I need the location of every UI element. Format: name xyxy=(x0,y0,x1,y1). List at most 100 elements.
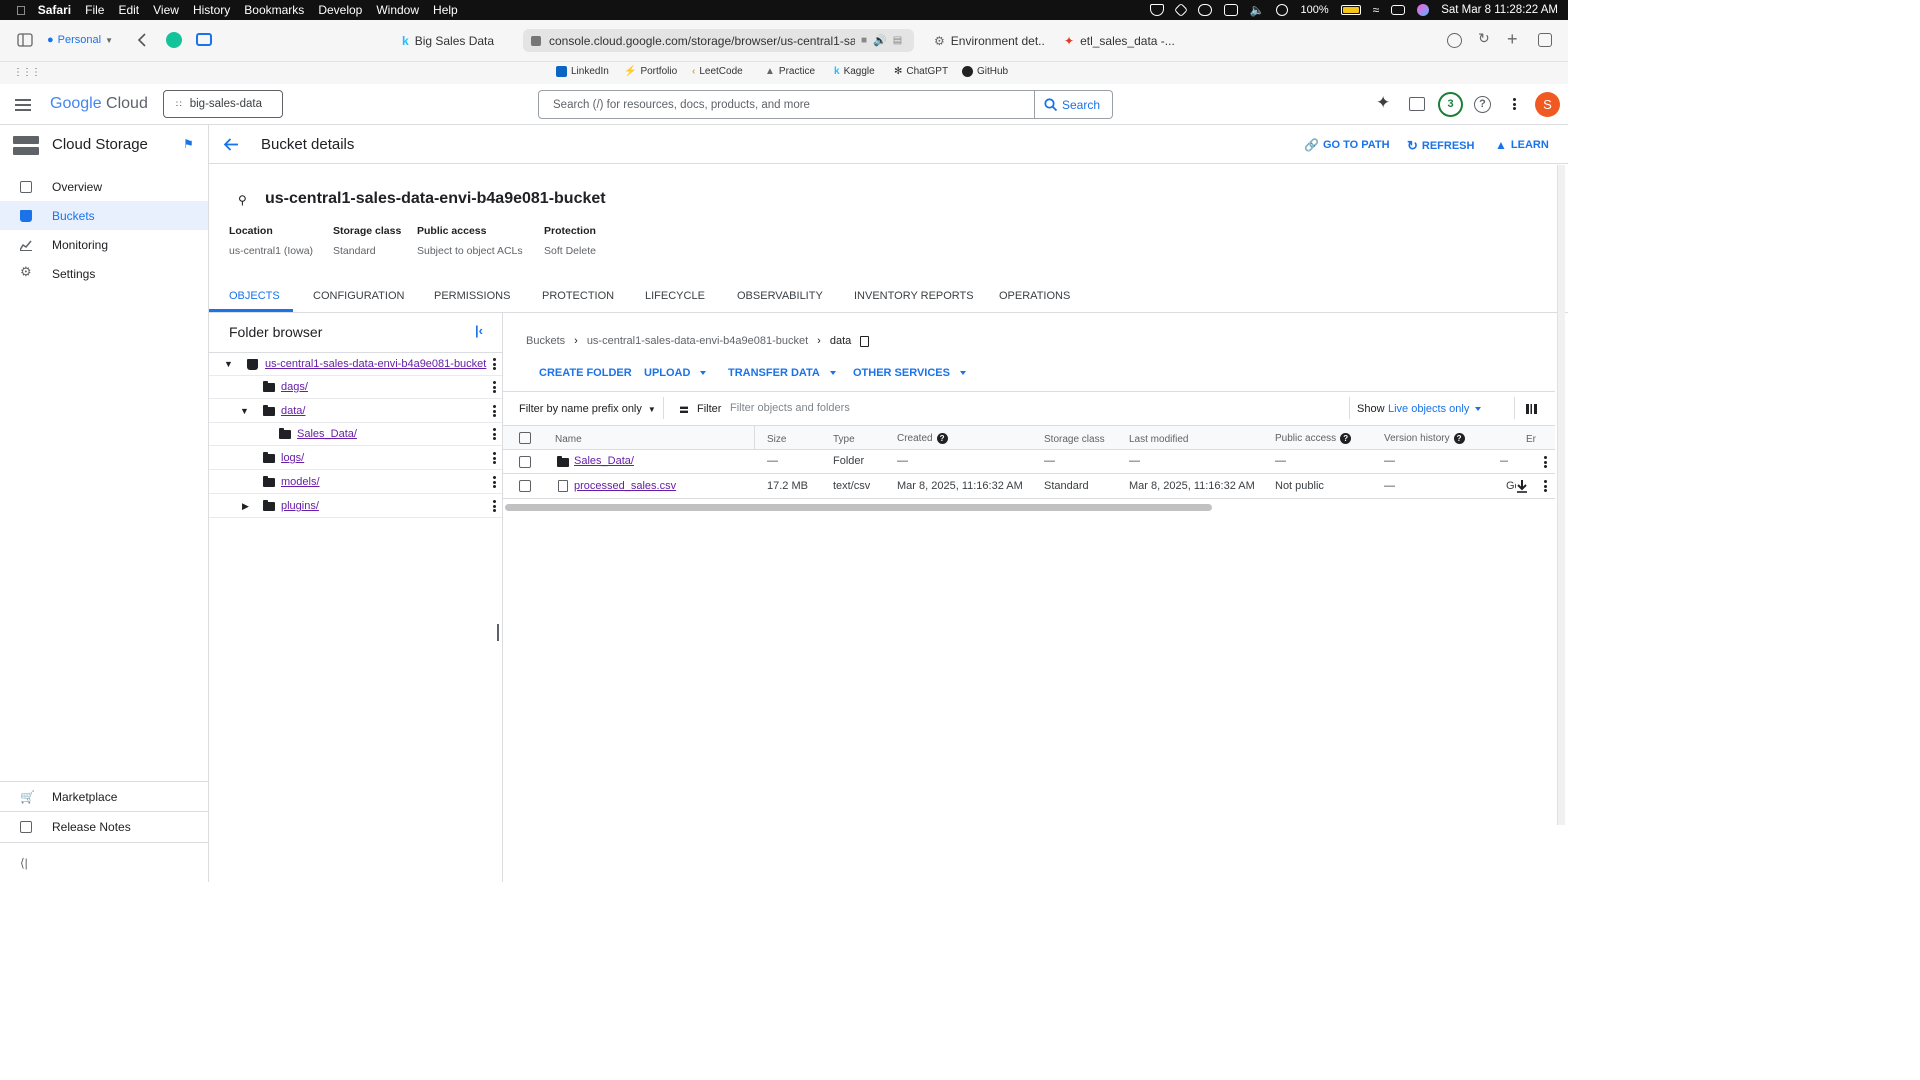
back-arrow-icon[interactable] xyxy=(224,138,239,151)
sidebar-item-overview[interactable]: Overview xyxy=(0,172,208,201)
search-input[interactable]: Search (/) for resources, docs, products… xyxy=(538,90,1035,119)
tab-cloud-console[interactable]: console.cloud.google.com/storage/browser… xyxy=(523,29,914,52)
tab-configuration[interactable]: CONFIGURATION xyxy=(313,290,404,302)
column-version-history[interactable]: Version history? xyxy=(1384,433,1465,444)
tree-item-plugins[interactable]: ▶ plugins/ xyxy=(209,495,502,518)
create-folder-button[interactable]: CREATE FOLDER xyxy=(539,367,632,379)
row-actions-icon[interactable] xyxy=(1544,480,1547,492)
bookmark-kaggle[interactable]: k Kaggle xyxy=(834,66,875,77)
tree-label[interactable]: plugins/ xyxy=(281,500,319,512)
column-name[interactable]: Name xyxy=(555,434,582,445)
reader-icon[interactable]: ▤ xyxy=(893,35,902,46)
expand-arrow-icon[interactable]: ▼ xyxy=(224,359,233,369)
row-checkbox[interactable] xyxy=(519,480,531,492)
gemini-sparkle-icon[interactable]: ✦ xyxy=(1376,93,1390,113)
bookmark-leetcode[interactable]: ‹ LeetCode xyxy=(692,66,743,77)
pin-icon[interactable]: ⚑ xyxy=(183,137,194,151)
breadcrumb-buckets[interactable]: Buckets xyxy=(526,335,565,347)
collapse-nav-icon[interactable]: ⟨| xyxy=(20,856,28,870)
hamburger-menu-icon[interactable] xyxy=(15,99,31,111)
bookmark-chatgpt[interactable]: ✻ ChatGPT xyxy=(894,66,948,77)
tree-item-sales-data[interactable]: Sales_Data/ xyxy=(209,423,502,446)
vertical-scrollbar[interactable] xyxy=(1557,165,1565,825)
refresh-button[interactable]: ↻ REFRESH xyxy=(1407,138,1474,154)
kebab-menu-icon[interactable] xyxy=(493,405,496,417)
expand-arrow-icon[interactable]: ▶ xyxy=(242,501,249,512)
menu-window[interactable]: Window xyxy=(376,3,419,17)
kebab-menu-icon[interactable] xyxy=(493,476,496,488)
tab-objects[interactable]: OBJECTS xyxy=(229,290,280,302)
help-icon[interactable]: ? xyxy=(1340,433,1352,444)
volume-icon[interactable]: 🔈 xyxy=(1250,3,1265,17)
menu-edit[interactable]: Edit xyxy=(118,3,139,17)
menu-develop[interactable]: Develop xyxy=(318,3,362,17)
profile-switcher[interactable]: ● Personal ▼ xyxy=(47,34,113,46)
copy-icon[interactable] xyxy=(860,335,870,347)
address-bar-url[interactable]: console.cloud.google.com/storage/browser… xyxy=(549,34,855,48)
tree-item-bucket[interactable]: ▼ us-central1-sales-data-envi-b4a9e081-b… xyxy=(209,353,502,376)
apple-icon[interactable]:  xyxy=(16,3,26,18)
menu-app-name[interactable]: Safari xyxy=(38,3,71,17)
menubar-clock[interactable]: Sat Mar 8 11:28:22 AM xyxy=(1441,4,1558,16)
battery-icon[interactable] xyxy=(1340,5,1361,15)
column-encryption[interactable]: Er xyxy=(1526,434,1536,445)
learn-button[interactable]: ▲ LEARN xyxy=(1495,138,1549,152)
project-picker[interactable]: ∷ big-sales-data xyxy=(163,90,283,118)
tab-lifecycle[interactable]: LIFECYCLE xyxy=(645,290,705,302)
column-public-access[interactable]: Public access? xyxy=(1275,433,1352,444)
tree-item-models[interactable]: models/ xyxy=(209,471,502,494)
tree-label[interactable]: dags/ xyxy=(281,381,308,393)
audio-icon[interactable]: 🔊 xyxy=(873,34,887,47)
grammarly-icon[interactable] xyxy=(166,32,182,48)
bookmark-github[interactable]: GitHub xyxy=(962,66,1008,77)
column-storage-class[interactable]: Storage class xyxy=(1044,434,1105,445)
vpn-icon[interactable] xyxy=(1149,4,1164,16)
back-icon[interactable] xyxy=(137,33,147,47)
sidebar-item-monitoring[interactable]: Monitoring xyxy=(0,230,208,259)
tab-observability[interactable]: OBSERVABILITY xyxy=(737,290,823,302)
reload-icon[interactable]: ↻ xyxy=(1478,30,1490,47)
sidebar-item-settings[interactable]: ⚙ Settings xyxy=(0,259,208,288)
menu-file[interactable]: File xyxy=(85,3,104,17)
filter-mode-select[interactable]: Filter by name prefix only ▼ xyxy=(519,403,656,415)
download-icon[interactable] xyxy=(1447,33,1462,48)
more-options-icon[interactable] xyxy=(1513,98,1516,110)
play-icon[interactable] xyxy=(1276,4,1289,16)
select-all-checkbox[interactable] xyxy=(519,432,531,444)
horizontal-scrollbar[interactable] xyxy=(505,504,1212,511)
tab-operations[interactable]: OPERATIONS xyxy=(999,290,1070,302)
filter-input[interactable]: Filter objects and folders xyxy=(730,397,1345,419)
row-actions-icon[interactable] xyxy=(1544,456,1547,468)
kebab-menu-icon[interactable] xyxy=(493,500,496,512)
go-to-path-button[interactable]: 🔗 GO TO PATH xyxy=(1304,138,1390,152)
tree-item-dags[interactable]: dags/ xyxy=(209,376,502,399)
help-icon[interactable]: ? xyxy=(1453,433,1465,444)
collapse-panel-icon[interactable]: |‹ xyxy=(475,323,483,338)
tab-permissions[interactable]: PERMISSIONS xyxy=(434,290,510,302)
tab-etl-sales-data[interactable]: ✦ etl_sales_data -... xyxy=(1056,29,1176,52)
tree-item-logs[interactable]: logs/ xyxy=(209,447,502,470)
tab-protection[interactable]: PROTECTION xyxy=(542,290,614,302)
sidebar-item-buckets[interactable]: Buckets xyxy=(0,201,208,230)
avatar[interactable]: S xyxy=(1535,92,1560,117)
column-type[interactable]: Type xyxy=(833,434,855,445)
help-icon[interactable]: ? xyxy=(936,433,948,444)
pin-icon[interactable]: ⚲ xyxy=(238,193,247,207)
tree-item-data[interactable]: ▼ data/ xyxy=(209,400,502,423)
sync-icon[interactable] xyxy=(1223,4,1238,16)
tree-label[interactable]: logs/ xyxy=(281,452,304,464)
object-name-link[interactable]: Sales_Data/ xyxy=(574,455,634,467)
kebab-menu-icon[interactable] xyxy=(493,358,496,370)
expand-arrow-icon[interactable]: ▼ xyxy=(240,406,249,416)
column-display-icon[interactable] xyxy=(1526,404,1537,414)
tab-inventory-reports[interactable]: INVENTORY REPORTS xyxy=(854,290,974,302)
tree-label[interactable]: data/ xyxy=(281,405,305,417)
apps-grid-icon[interactable]: ⋮⋮⋮ xyxy=(13,67,41,78)
table-row[interactable]: processed_sales.csv 17.2 MB text/csv Mar… xyxy=(503,474,1555,499)
download-icon[interactable] xyxy=(1516,480,1528,493)
bookmark-linkedin[interactable]: LinkedIn xyxy=(556,66,609,77)
tree-label[interactable]: us-central1-sales-data-envi-b4a9e081-buc… xyxy=(265,358,486,370)
breadcrumb-bucket[interactable]: us-central1-sales-data-envi-b4a9e081-buc… xyxy=(587,335,808,347)
bars-icon[interactable] xyxy=(1197,4,1212,16)
siri-icon[interactable] xyxy=(1417,4,1430,16)
